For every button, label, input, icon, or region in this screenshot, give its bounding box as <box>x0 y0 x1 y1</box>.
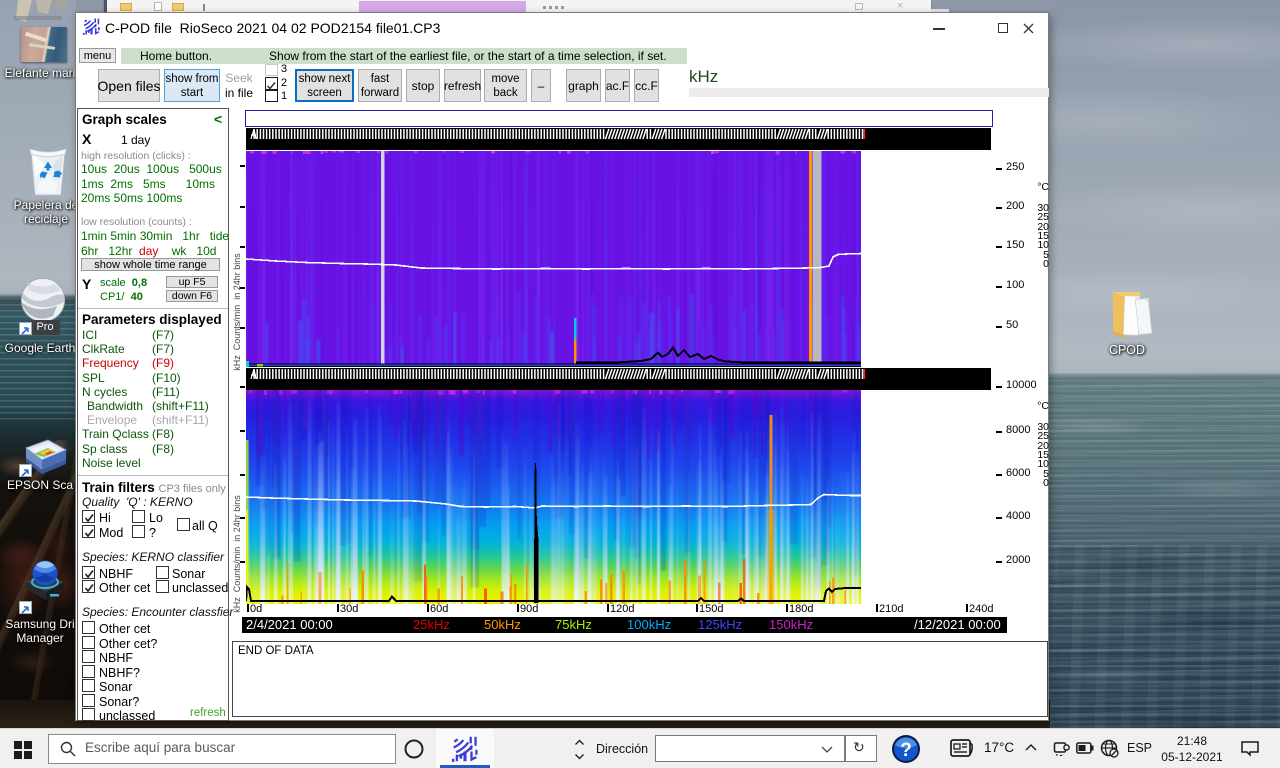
svg-text:?: ? <box>900 740 912 761</box>
